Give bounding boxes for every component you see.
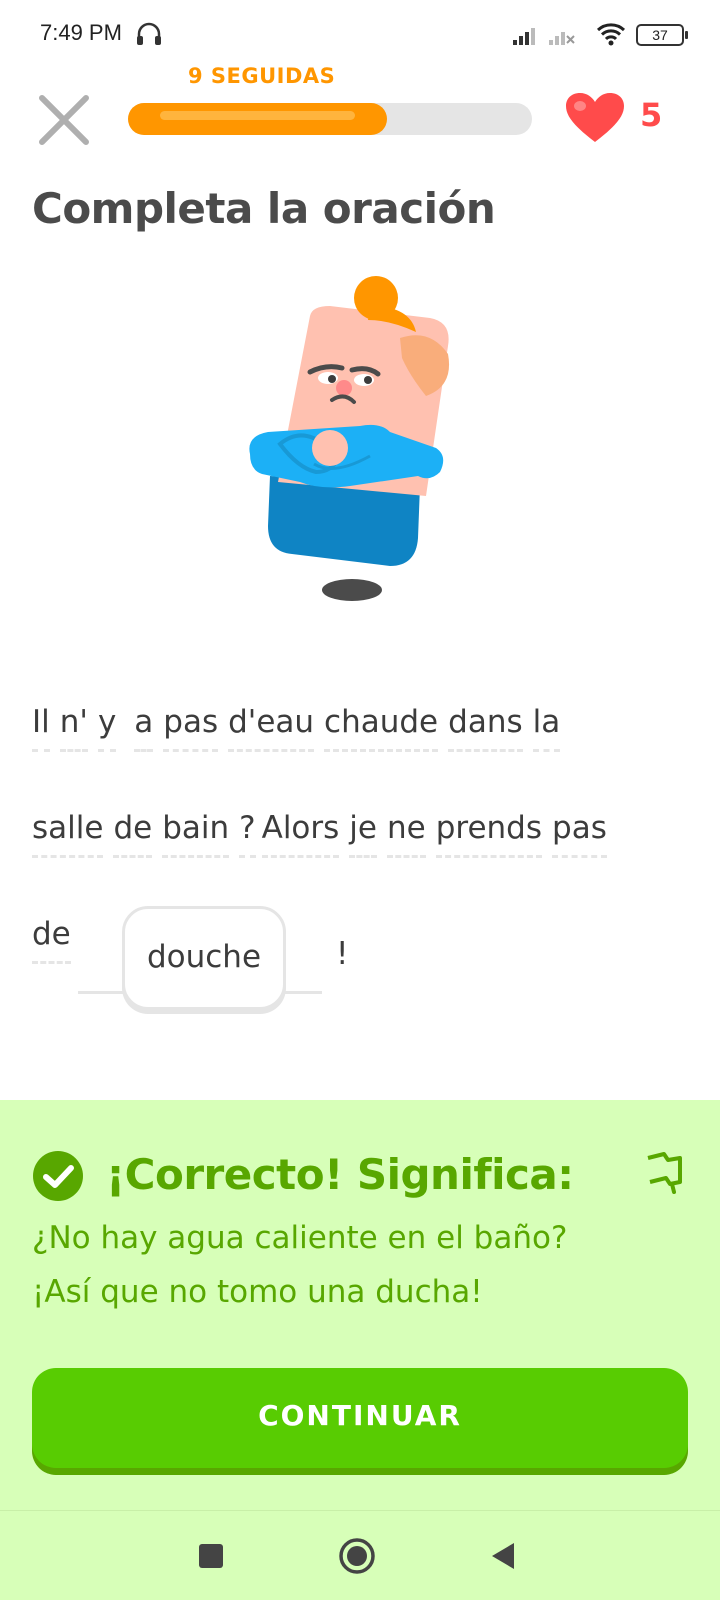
- check-icon: [33, 1151, 83, 1201]
- sentence-line-3: de: [32, 916, 81, 964]
- sentence-word[interactable]: a: [134, 704, 154, 752]
- streak-label: 9 SEGUIDAS: [188, 64, 336, 88]
- signal-no-service-icon: [549, 32, 575, 45]
- sentence-word[interactable]: ?: [239, 810, 257, 858]
- back-triangle-icon[interactable]: [480, 1533, 526, 1579]
- sentence-word[interactable]: n': [59, 704, 89, 752]
- headset-icon: [137, 22, 161, 45]
- translation-line-1: ¿No hay agua caliente en el baño?: [32, 1220, 568, 1256]
- sentence-word[interactable]: Il: [32, 704, 50, 752]
- sentence-word[interactable]: de: [32, 916, 71, 964]
- status-time: 7:49 PM: [40, 20, 122, 45]
- battery-icon: 37: [636, 24, 688, 46]
- sentence-word[interactable]: la: [532, 704, 560, 752]
- sentence-word[interactable]: prends: [435, 810, 543, 858]
- sentence-word[interactable]: je: [349, 810, 377, 858]
- status-bar: 7:49 PM 37: [0, 0, 720, 70]
- continue-button[interactable]: CONTINUAR: [32, 1368, 688, 1468]
- sentence-word[interactable]: ne: [386, 810, 426, 858]
- heart-icon: [566, 93, 624, 142]
- sentence-word[interactable]: y: [97, 704, 117, 752]
- sentence-line-2: salle de bain? Alors je ne prends pas: [32, 810, 617, 858]
- sentence-word[interactable]: bain: [162, 810, 229, 858]
- feedback-panel: ¡Correcto! Significa: ¿No hay agua calie…: [0, 1100, 720, 1510]
- recents-square-icon[interactable]: [188, 1533, 234, 1579]
- home-circle-icon[interactable]: [334, 1533, 380, 1579]
- progress-shine: [160, 111, 355, 120]
- sentence-word[interactable]: de: [113, 810, 152, 858]
- page-title: Completa la oración: [32, 184, 496, 233]
- character-illustration: [249, 276, 450, 601]
- close-icon[interactable]: [36, 92, 92, 148]
- sentence-word[interactable]: d'eau: [228, 704, 314, 752]
- report-flag-icon[interactable]: [644, 1150, 684, 1194]
- feedback-title: ¡Correcto! Significa:: [106, 1150, 574, 1199]
- sentence-line-1: Il n' y a pas d'eau chaude dans la: [32, 704, 570, 752]
- lesson-progress-bar: [128, 103, 532, 135]
- sentence-word[interactable]: dans: [448, 704, 524, 752]
- wifi-icon: [596, 23, 626, 46]
- sentence-word[interactable]: salle: [32, 810, 104, 858]
- sentence-word[interactable]: pas: [552, 810, 607, 858]
- answer-chip[interactable]: douche: [122, 906, 286, 1010]
- progress-fill: [128, 103, 387, 135]
- sentence-word[interactable]: pas: [163, 704, 218, 752]
- hearts-count: 5: [640, 96, 663, 134]
- sentence-word[interactable]: chaude: [324, 704, 439, 752]
- sentence-word[interactable]: Alors: [261, 810, 339, 858]
- system-nav-bar: [0, 1510, 720, 1600]
- signal-icon: [513, 28, 535, 45]
- translation-line-2: ¡Así que no tomo una ducha!: [32, 1274, 483, 1310]
- sentence-end-punctuation: !: [336, 936, 349, 972]
